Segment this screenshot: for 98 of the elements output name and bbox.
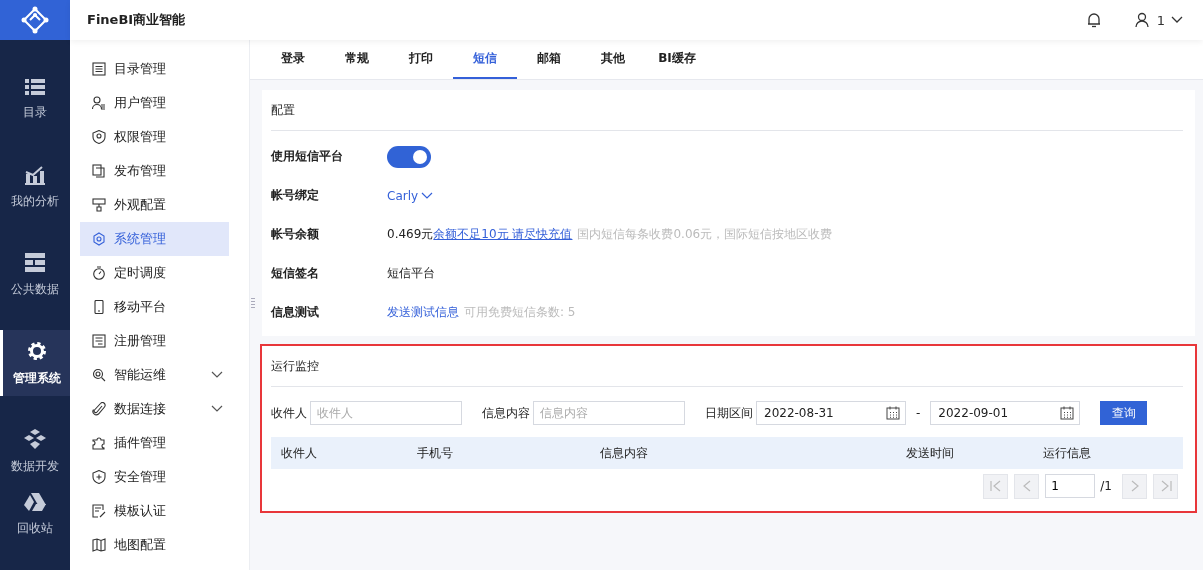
toggle-switch[interactable] — [387, 145, 431, 168]
page-field[interactable]: 1 — [1045, 474, 1096, 498]
menu-item[interactable]: 数据连接 — [80, 392, 229, 426]
timer-icon — [92, 266, 106, 280]
logo-icon — [21, 6, 49, 34]
edit-icon — [92, 504, 106, 518]
column-header: 收件人 — [281, 444, 318, 462]
clip-icon — [92, 402, 106, 416]
column-header: 运行信息 — [1043, 444, 1092, 462]
last-page-button[interactable] — [1153, 473, 1178, 499]
balance-value: 0.469元 — [387, 226, 434, 243]
next-page-button[interactable] — [1122, 473, 1147, 499]
rail-item[interactable]: 公共数据 — [0, 242, 70, 308]
page-total: /1 — [1100, 479, 1112, 493]
first-page-button[interactable] — [983, 473, 1009, 499]
column-header: 手机号 — [417, 444, 454, 462]
filter-label: 收件人 — [271, 404, 307, 422]
drive-icon — [24, 492, 46, 512]
fee-hint: 国内短信每条收费0.06元，国际短信按地区收费 — [577, 226, 833, 243]
account-dropdown[interactable]: Carly — [387, 188, 434, 203]
content-field[interactable]: 信息内容 — [533, 401, 685, 425]
chart-icon — [25, 165, 45, 185]
send-test-link[interactable]: 发送测试信息 — [387, 304, 459, 321]
menu-item[interactable]: 定时调度 — [80, 256, 229, 290]
user-icon — [92, 96, 106, 110]
menu-item[interactable]: 权限管理 — [80, 120, 229, 154]
list-icon — [92, 62, 106, 76]
map-icon — [92, 538, 106, 552]
menu-item[interactable]: 智能运维 — [80, 358, 229, 392]
tab[interactable]: 登录 — [261, 40, 325, 79]
menu-item[interactable]: 目录管理 — [80, 52, 229, 86]
rail-item[interactable]: 数据开发 — [0, 418, 70, 484]
rail-item[interactable]: 我的分析 — [0, 154, 70, 220]
tab[interactable]: BI缓存 — [645, 40, 709, 79]
menu-item[interactable]: 外观配置 — [80, 188, 229, 222]
resize-handle[interactable] — [251, 298, 255, 310]
filter-label: 信息内容 — [482, 404, 530, 422]
menu-item[interactable]: 安全管理 — [80, 460, 229, 494]
column-header: 发送时间 — [906, 444, 955, 462]
menu-item[interactable]: 移动平台 — [80, 290, 229, 324]
range-separator: - — [916, 406, 921, 420]
brush-icon — [92, 198, 106, 212]
user-icon[interactable] — [1134, 12, 1149, 28]
section-title: 配置 — [271, 90, 1183, 131]
shield-icon — [92, 130, 106, 144]
field-label: 帐号余额 — [271, 226, 320, 243]
query-button[interactable]: 查询 — [1100, 401, 1148, 425]
menu-item[interactable]: 注册管理 — [80, 324, 229, 358]
cubes-icon — [24, 428, 46, 450]
menu-item[interactable]: 发布管理 — [80, 154, 229, 188]
list-icon — [25, 78, 45, 96]
calendar-icon — [1060, 406, 1075, 420]
tab[interactable]: 短信 — [453, 40, 517, 79]
field-label: 帐号绑定 — [271, 187, 320, 204]
first-page-icon — [989, 480, 1002, 492]
tab[interactable]: 打印 — [389, 40, 453, 79]
menu-item[interactable]: 系统管理 — [80, 222, 229, 256]
chevron-down-icon[interactable] — [1171, 16, 1183, 24]
tab[interactable]: 邮箱 — [517, 40, 581, 79]
database-icon — [25, 253, 45, 273]
column-header: 信息内容 — [600, 444, 649, 462]
gear-icon — [92, 232, 106, 246]
rail-item[interactable]: 管理系统 — [0, 330, 70, 396]
date-field[interactable]: 2022-09-01 — [930, 401, 1081, 425]
menu-item[interactable]: 地图配置 — [80, 528, 229, 562]
calendar-icon — [886, 406, 900, 420]
filter-label: 日期区间 — [705, 404, 753, 422]
shieldplus-icon — [92, 470, 106, 484]
field-label: 信息测试 — [271, 304, 320, 321]
settings-icon — [25, 340, 48, 362]
chevron-left-icon — [1022, 480, 1031, 492]
tab[interactable]: 其他 — [581, 40, 645, 79]
menu-item[interactable]: 用户管理 — [80, 86, 229, 120]
free-count-hint: 可用免费短信条数: 5 — [464, 304, 576, 321]
recharge-link[interactable]: 余额不足10元 请尽快充值 — [433, 226, 573, 243]
search-icon — [92, 368, 106, 382]
phone-icon — [92, 300, 106, 314]
rail-item[interactable]: 回收站 — [0, 484, 70, 544]
field-label: 短信签名 — [271, 265, 320, 282]
bell-icon[interactable] — [1086, 12, 1101, 28]
previous-page-button[interactable] — [1014, 473, 1040, 499]
tab[interactable]: 常规 — [325, 40, 389, 79]
chevron-right-icon — [1130, 480, 1139, 492]
signature-value: 短信平台 — [387, 265, 435, 282]
field-label: 使用短信平台 — [271, 148, 344, 165]
chevron-down-icon — [421, 191, 434, 200]
rail-item[interactable]: 目录 — [0, 66, 70, 132]
doc-icon — [92, 164, 106, 178]
app-title: FineBI商业智能 — [87, 11, 186, 29]
menu-item[interactable]: 插件管理 — [80, 426, 229, 460]
form-icon — [92, 334, 106, 348]
user-name[interactable]: 1 — [1156, 12, 1165, 28]
puzzle-icon — [92, 436, 106, 450]
section-title: 运行监控 — [271, 346, 1183, 387]
last-page-icon — [1159, 480, 1172, 492]
date-field[interactable]: 2022-08-31 — [756, 401, 906, 425]
recipient-field[interactable]: 收件人 — [310, 401, 462, 425]
menu-item[interactable]: 模板认证 — [80, 494, 229, 528]
